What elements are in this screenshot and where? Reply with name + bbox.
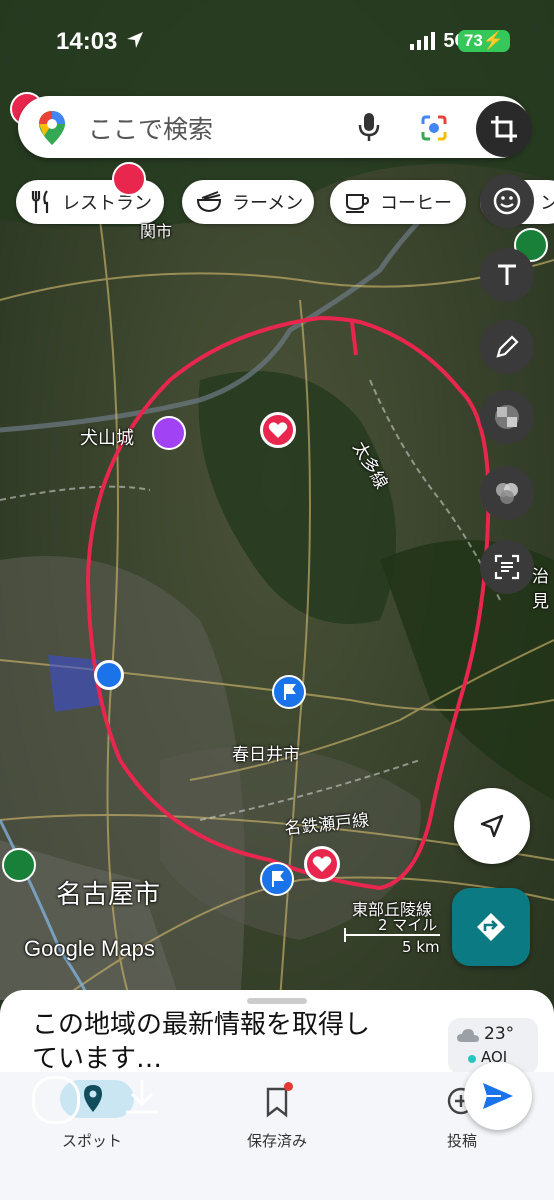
text-recognition-tool-button[interactable] [480, 540, 534, 594]
cloud-icon [457, 1029, 479, 1042]
chip-label: ン [540, 193, 554, 214]
fork-knife-icon [31, 190, 49, 213]
saved-place-pin[interactable] [260, 412, 296, 448]
green-place-pin[interactable] [2, 848, 36, 882]
text-tool-button[interactable] [480, 248, 534, 302]
blur-icon [496, 483, 518, 504]
location-arrow-icon [127, 32, 143, 48]
saved-place-pin[interactable] [304, 846, 340, 882]
flag-place-pin[interactable] [272, 675, 306, 709]
download-icon [126, 1080, 158, 1114]
screen-recording-circle [32, 1076, 80, 1124]
pen-icon [496, 335, 519, 358]
search-bar[interactable]: ここで検索 [18, 96, 530, 158]
text-icon [498, 264, 516, 285]
battery-level: 73 [463, 31, 483, 50]
send-button[interactable] [464, 1062, 532, 1130]
crop-tool-button[interactable] [476, 101, 532, 157]
chip-label: コーヒー [380, 193, 452, 214]
flag-place-pin[interactable] [260, 862, 294, 896]
castle-place-pin[interactable] [152, 416, 186, 450]
map-scale: 2 マイル 5 km [344, 914, 444, 956]
scale-miles: 2 マイル [378, 916, 438, 934]
status-time: 14:03 [56, 28, 118, 55]
flag-icon [272, 871, 284, 887]
status-bar: 14:03 5G 73⚡ [0, 0, 554, 80]
google-maps-watermark: Google Maps [24, 936, 155, 961]
saved-place-pin[interactable] [112, 162, 146, 196]
navigation-arrow-icon [480, 814, 504, 838]
signal-icon [410, 32, 435, 50]
emoji-tool-button[interactable] [480, 174, 534, 228]
google-lens-icon[interactable] [420, 114, 448, 142]
current-location-dot[interactable] [94, 660, 124, 690]
crop-icon [491, 116, 517, 142]
sheet-handle[interactable] [247, 998, 307, 1004]
location-pin-icon [84, 1085, 102, 1112]
chip-label: ラーメン [232, 193, 304, 214]
search-placeholder: ここで検索 [88, 115, 214, 144]
text-recognition-icon [494, 554, 520, 580]
tab-saved[interactable]: 保存済み [227, 1130, 327, 1151]
google-maps-logo-icon [39, 111, 65, 145]
my-location-button[interactable] [454, 788, 530, 864]
heart-icon [312, 856, 332, 872]
map-label-nagoya: 名古屋市 [56, 880, 161, 910]
paper-plane-icon [483, 1083, 513, 1109]
heart-icon [268, 422, 288, 438]
aqi-dot [468, 1055, 476, 1063]
chip-coffee[interactable]: コーヒー [330, 180, 466, 224]
ramen-bowl-icon [196, 191, 222, 213]
mosaic-tool-button[interactable] [480, 390, 534, 444]
map-label-inuyama: 犬山城 [80, 428, 134, 449]
battery-indicator: 73⚡ [457, 30, 510, 52]
microphone-icon[interactable] [358, 112, 380, 142]
tab-spot[interactable]: スポット [42, 1130, 142, 1151]
emoji-icon [493, 187, 521, 215]
sheet-message: この地域の最新情報を取得しています… [32, 1010, 371, 1074]
map-label-tajimi-edge: 治見 [532, 567, 549, 612]
weather-temperature: 23° [484, 1024, 515, 1044]
bookmark-icon [266, 1087, 288, 1118]
saved-notification-dot [284, 1082, 293, 1091]
tab-post[interactable]: 投稿 [412, 1130, 512, 1151]
scale-km: 5 km [402, 938, 440, 956]
map-label-kasugai: 春日井市 [232, 745, 300, 765]
directions-button[interactable] [452, 888, 530, 966]
flag-icon [284, 684, 296, 700]
pen-tool-button[interactable] [480, 320, 534, 374]
coffee-cup-icon [346, 194, 370, 213]
directions-icon [477, 913, 505, 941]
mosaic-icon [495, 405, 519, 429]
map-label-seki: 関市 [140, 222, 173, 241]
chip-ramen[interactable]: ラーメン [182, 180, 314, 224]
blur-tool-button[interactable] [480, 466, 534, 520]
